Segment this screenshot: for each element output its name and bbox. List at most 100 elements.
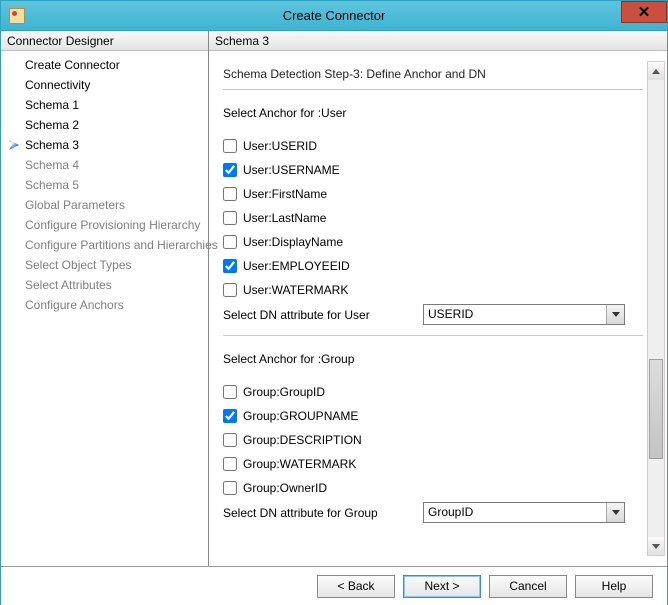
checkbox[interactable] bbox=[223, 139, 237, 153]
next-button[interactable]: Next > bbox=[403, 575, 481, 598]
user-dn-combobox[interactable]: USERID bbox=[423, 304, 625, 325]
checkbox[interactable] bbox=[223, 409, 237, 423]
sidebar-item[interactable]: Schema 4 bbox=[1, 155, 208, 175]
sidebar-header: Connector Designer bbox=[1, 31, 208, 51]
checkbox-label: User:WATERMARK bbox=[243, 283, 348, 297]
sidebar-item-label: Schema 1 bbox=[25, 98, 79, 112]
sidebar-item-label: Connectivity bbox=[25, 78, 90, 92]
chevron-down-icon bbox=[612, 312, 620, 317]
sidebar-item-label: Schema 5 bbox=[25, 178, 79, 192]
sidebar-item-label: Create Connector bbox=[25, 58, 120, 72]
checkbox[interactable] bbox=[223, 259, 237, 273]
sidebar-item-label: Schema 2 bbox=[25, 118, 79, 132]
sidebar-item-label: Configure Provisioning Hierarchy bbox=[25, 218, 200, 232]
user-anchor-label: Select Anchor for :User bbox=[223, 106, 643, 120]
group-dn-label: Select DN attribute for Group bbox=[223, 506, 423, 520]
sidebar: Connector Designer Create Connector Conne… bbox=[1, 31, 209, 566]
checkbox[interactable] bbox=[223, 283, 237, 297]
titlebar: Create Connector ✕ bbox=[1, 1, 667, 31]
sidebar-item[interactable]: Create Connector bbox=[1, 55, 208, 75]
sidebar-item[interactable]: Schema 1 bbox=[1, 95, 208, 115]
sidebar-item[interactable]: Schema 2 bbox=[1, 115, 208, 135]
chevron-down-icon bbox=[652, 544, 660, 549]
checkbox[interactable] bbox=[223, 457, 237, 471]
checkbox-label: User:DisplayName bbox=[243, 235, 343, 249]
user-dn-label: Select DN attribute for User bbox=[223, 308, 423, 322]
form-area: Schema Detection Step-3: Define Anchor a… bbox=[223, 61, 643, 556]
checkbox-row: User:USERNAME bbox=[223, 158, 643, 182]
sidebar-item-label: Select Object Types bbox=[25, 258, 132, 272]
checkbox-label: User:FirstName bbox=[243, 187, 327, 201]
sidebar-item-label: Schema 4 bbox=[25, 158, 79, 172]
sidebar-item[interactable]: Select Object Types bbox=[1, 255, 208, 275]
sidebar-item[interactable]: Configure Anchors bbox=[1, 295, 208, 315]
sidebar-item-label: Schema 3 bbox=[25, 138, 79, 152]
checkbox-label: User:EMPLOYEEID bbox=[243, 259, 350, 273]
checkbox-row: Group:OwnerID bbox=[223, 476, 643, 500]
close-icon: ✕ bbox=[638, 5, 651, 20]
divider bbox=[223, 89, 643, 90]
checkbox-row: User:DisplayName bbox=[223, 230, 643, 254]
chevron-down-icon bbox=[612, 510, 620, 515]
checkbox[interactable] bbox=[223, 235, 237, 249]
checkbox-row: Group:WATERMARK bbox=[223, 452, 643, 476]
chevron-up-icon bbox=[652, 69, 660, 74]
user-dn-value: USERID bbox=[424, 305, 606, 324]
scroll-up-button[interactable] bbox=[648, 62, 664, 80]
checkbox-label: Group:GroupID bbox=[243, 385, 325, 399]
sidebar-item[interactable]: Select Attributes bbox=[1, 275, 208, 295]
vertical-scrollbar[interactable] bbox=[647, 61, 665, 556]
back-button[interactable]: < Back bbox=[317, 575, 395, 598]
help-button[interactable]: Help bbox=[575, 575, 653, 598]
window-title: Create Connector bbox=[1, 8, 667, 23]
checkbox-row: User:WATERMARK bbox=[223, 278, 643, 302]
checkbox[interactable] bbox=[223, 163, 237, 177]
checkbox-label: Group:GROUPNAME bbox=[243, 409, 358, 423]
group-checkbox-group: Group:GroupID Group:GROUPNAME Group:DESCRI… bbox=[223, 380, 643, 500]
group-dn-dropdown-button[interactable] bbox=[606, 503, 624, 522]
checkbox[interactable] bbox=[223, 433, 237, 447]
sidebar-item-label: Configure Anchors bbox=[25, 298, 124, 312]
checkbox-row: User:EMPLOYEEID bbox=[223, 254, 643, 278]
checkbox-label: Group:WATERMARK bbox=[243, 457, 356, 471]
user-dn-dropdown-button[interactable] bbox=[606, 305, 624, 324]
checkbox-row: User:USERID bbox=[223, 134, 643, 158]
checkbox[interactable] bbox=[223, 211, 237, 225]
checkbox-label: Group:OwnerID bbox=[243, 481, 327, 495]
sidebar-item[interactable]: Configure Partitions and Hierarchies bbox=[1, 235, 208, 255]
checkbox-row: Group:GroupID bbox=[223, 380, 643, 404]
checkbox[interactable] bbox=[223, 187, 237, 201]
checkbox-row: Group:DESCRIPTION bbox=[223, 428, 643, 452]
checkbox-label: User:USERNAME bbox=[243, 163, 340, 177]
checkbox-label: User:USERID bbox=[243, 139, 317, 153]
content-header: Schema 3 bbox=[209, 31, 667, 51]
divider bbox=[223, 335, 643, 336]
group-anchor-label: Select Anchor for :Group bbox=[223, 352, 643, 366]
scroll-thumb[interactable] bbox=[649, 359, 663, 460]
scroll-track[interactable] bbox=[648, 80, 664, 537]
sidebar-item-label: Global Parameters bbox=[25, 198, 125, 212]
sidebar-item[interactable]: Configure Provisioning Hierarchy bbox=[1, 215, 208, 235]
group-dn-value: GroupID bbox=[424, 503, 606, 522]
sidebar-item[interactable]: Schema 3 bbox=[1, 135, 208, 155]
user-checkbox-group: User:USERID User:USERNAME User:FirstName Us… bbox=[223, 134, 643, 302]
checkbox[interactable] bbox=[223, 385, 237, 399]
close-button[interactable]: ✕ bbox=[621, 1, 667, 23]
group-dn-combobox[interactable]: GroupID bbox=[423, 502, 625, 523]
sidebar-item-label: Select Attributes bbox=[25, 278, 112, 292]
checkbox-label: User:LastName bbox=[243, 211, 326, 225]
checkbox-row: User:LastName bbox=[223, 206, 643, 230]
checkbox-row: Group:GROUPNAME bbox=[223, 404, 643, 428]
sidebar-item[interactable]: Schema 5 bbox=[1, 175, 208, 195]
checkbox-row: User:FirstName bbox=[223, 182, 643, 206]
checkbox[interactable] bbox=[223, 481, 237, 495]
sidebar-item[interactable]: Global Parameters bbox=[1, 195, 208, 215]
wizard-buttons: < Back Next > Cancel Help bbox=[1, 567, 667, 605]
cancel-button[interactable]: Cancel bbox=[489, 575, 567, 598]
scroll-down-button[interactable] bbox=[648, 537, 664, 555]
sidebar-item[interactable]: Connectivity bbox=[1, 75, 208, 95]
content-pane: Schema 3 Schema Detection Step-3: Define… bbox=[209, 31, 667, 566]
checkbox-label: Group:DESCRIPTION bbox=[243, 433, 362, 447]
sidebar-item-label: Configure Partitions and Hierarchies bbox=[25, 238, 218, 252]
step-title: Schema Detection Step-3: Define Anchor a… bbox=[223, 67, 643, 81]
